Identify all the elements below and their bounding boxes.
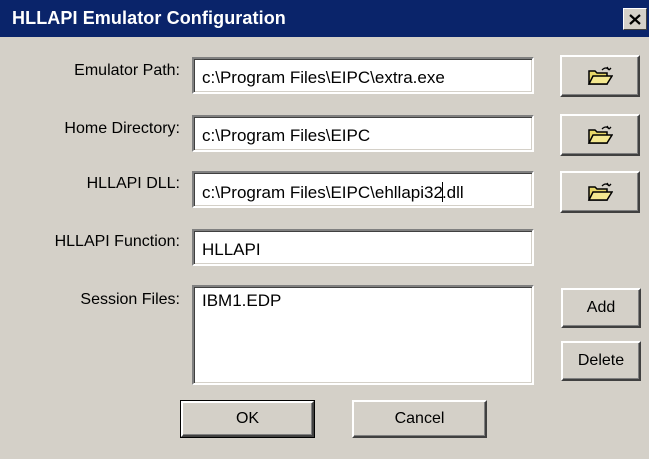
open-folder-icon bbox=[587, 125, 613, 144]
hllapi-dll-field[interactable]: c:\Program Files\EIPC\ehllapi32.dll bbox=[192, 171, 534, 208]
title-bar: HLLAPI Emulator Configuration bbox=[0, 0, 649, 37]
emulator-path-label: Emulator Path: bbox=[74, 62, 180, 79]
close-button[interactable] bbox=[623, 8, 647, 30]
emulator-path-field[interactable]: c:\Program Files\EIPC\extra.exe bbox=[192, 57, 534, 94]
home-directory-field[interactable]: c:\Program Files\EIPC bbox=[192, 115, 534, 152]
open-folder-icon bbox=[587, 182, 613, 201]
ok-button[interactable]: OK bbox=[180, 400, 315, 438]
emulator-path-browse-button[interactable] bbox=[560, 55, 640, 97]
hllapi-dll-label: HLLAPI DLL: bbox=[86, 175, 180, 192]
session-files-label: Session Files: bbox=[80, 291, 180, 308]
delete-button[interactable]: Delete bbox=[561, 341, 641, 381]
close-icon bbox=[629, 13, 641, 25]
ok-button-label: OK bbox=[181, 401, 314, 437]
hllapi-function-label: HLLAPI Function: bbox=[54, 233, 180, 250]
window-title: HLLAPI Emulator Configuration bbox=[12, 8, 286, 28]
session-file-item[interactable]: IBM1.EDP bbox=[202, 291, 532, 311]
hllapi-function-field[interactable]: HLLAPI bbox=[192, 229, 534, 266]
open-folder-icon bbox=[587, 66, 613, 85]
hllapi-dll-text-after-caret: .dll bbox=[441, 183, 464, 202]
dialog-body: Emulator Path: c:\Program Files\EIPC\ext… bbox=[0, 37, 649, 459]
home-directory-label: Home Directory: bbox=[64, 120, 180, 137]
session-files-listbox[interactable]: IBM1.EDP bbox=[192, 285, 534, 385]
hllapi-dll-text-before-caret: c:\Program Files\EIPC\ehllapi32 bbox=[202, 183, 443, 202]
home-directory-browse-button[interactable] bbox=[560, 114, 640, 156]
hllapi-dll-browse-button[interactable] bbox=[560, 171, 640, 213]
add-button[interactable]: Add bbox=[561, 288, 641, 328]
cancel-button[interactable]: Cancel bbox=[352, 400, 487, 438]
